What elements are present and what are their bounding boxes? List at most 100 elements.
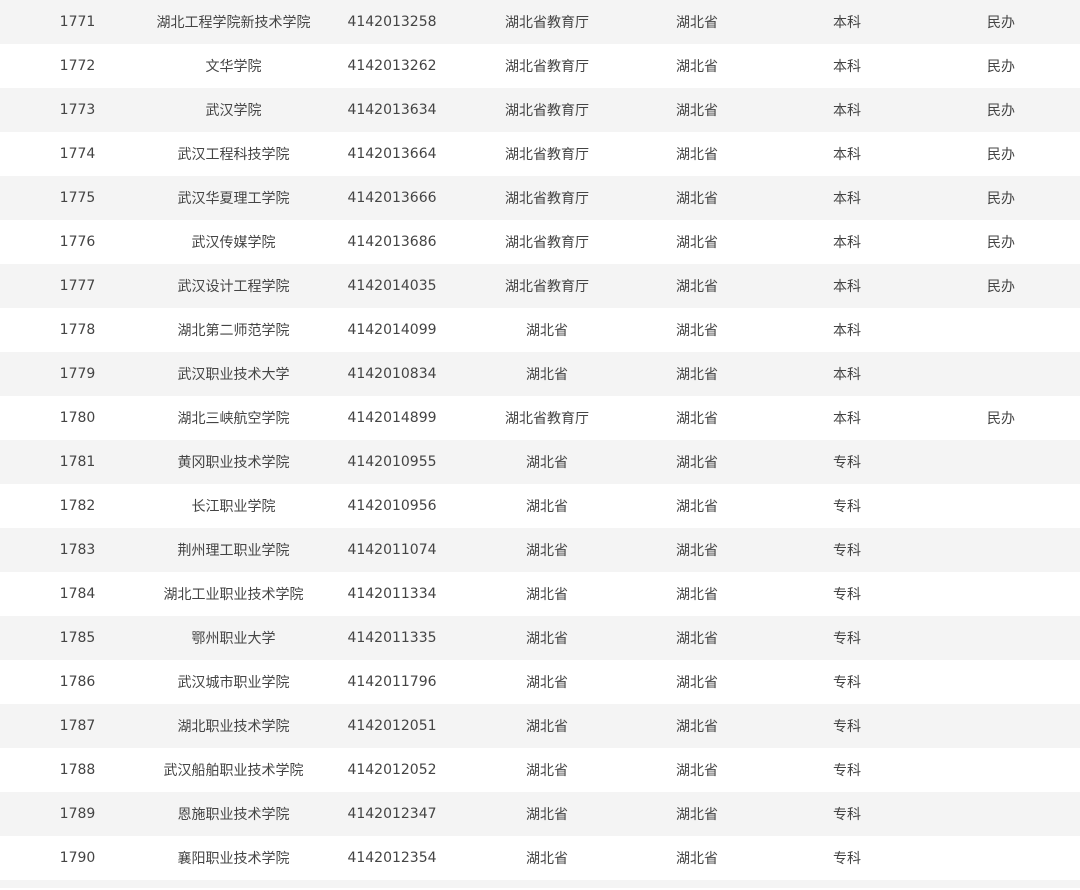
row-index-cell: 1772 — [59, 58, 96, 74]
school-code-cell: 4142014035 — [347, 278, 437, 294]
location-cell: 湖北省 — [676, 455, 718, 471]
school-code-cell: 4142013664 — [347, 146, 437, 162]
row-index-cell: 1771 — [59, 14, 96, 30]
school-name-cell: 襄阳职业技术学院 — [177, 851, 290, 867]
education-level-cell: 本科 — [833, 235, 861, 251]
remark-cell: 民办 — [987, 147, 1015, 163]
education-level-cell: 专科 — [833, 499, 861, 515]
school-code-cell: 4142013666 — [347, 190, 437, 206]
school-code-cell: 4142013686 — [347, 234, 437, 250]
table-row: 1787 湖北职业技术学院 4142012051 湖北省 湖北省 专科 — [0, 704, 1080, 748]
education-level-cell: 本科 — [833, 103, 861, 119]
remark-cell — [922, 352, 1080, 396]
row-index-cell: 1779 — [59, 366, 96, 382]
school-name-cell: 湖北第二师范学院 — [177, 323, 290, 339]
school-name-cell: 长江职业学院 — [191, 499, 276, 515]
row-index-cell: 1784 — [59, 586, 96, 602]
education-level-cell: 本科 — [833, 279, 861, 295]
remark-cell: 民办 — [987, 411, 1015, 427]
remark-cell — [922, 440, 1080, 484]
school-name-cell: 武汉传媒学院 — [191, 235, 276, 251]
education-level-cell: 专科 — [833, 851, 861, 867]
school-code-cell: 4142012051 — [347, 718, 437, 734]
table-row: 1778 湖北第二师范学院 4142014099 湖北省 湖北省 本科 — [0, 308, 1080, 352]
education-level-cell: 专科 — [833, 719, 861, 735]
department-cell: 湖北省 — [526, 323, 568, 339]
school-name-cell: 荆州理工职业学院 — [177, 543, 290, 559]
table-row: 1779 武汉职业技术大学 4142010834 湖北省 湖北省 本科 — [0, 352, 1080, 396]
education-level-cell: 本科 — [833, 15, 861, 31]
school-code-cell: 4142010834 — [347, 366, 437, 382]
school-name-cell: 武汉城市职业学院 — [177, 675, 290, 691]
location-cell: 湖北省 — [676, 719, 718, 735]
department-cell: 湖北省教育厅 — [505, 15, 589, 31]
location-cell: 湖北省 — [676, 15, 718, 31]
school-code-cell: 4142013262 — [347, 58, 437, 74]
location-cell: 湖北省 — [676, 103, 718, 119]
remark-cell: 民办 — [987, 191, 1015, 207]
school-name-cell: 鄂州职业大学 — [191, 631, 276, 647]
row-index-cell: 1783 — [59, 542, 96, 558]
department-cell: 湖北省教育厅 — [505, 279, 589, 295]
remark-cell — [922, 748, 1080, 792]
row-index-cell: 1773 — [59, 102, 96, 118]
education-level-cell: 本科 — [833, 147, 861, 163]
school-code-cell: 4142013258 — [347, 14, 437, 30]
row-index-cell: 1782 — [59, 498, 96, 514]
school-code-cell: 4142010955 — [347, 454, 437, 470]
department-cell: 湖北省 — [526, 367, 568, 383]
school-name-cell: 湖北工业职业技术学院 — [163, 587, 304, 603]
education-level-cell: 专科 — [833, 763, 861, 779]
location-cell: 湖北省 — [676, 59, 718, 75]
school-name-cell: 恩施职业技术学院 — [177, 807, 290, 823]
table-row: 1775 武汉华夏理工学院 4142013666 湖北省教育厅 湖北省 本科 民办 — [0, 176, 1080, 220]
school-name-cell: 黄冈职业技术学院 — [177, 455, 290, 471]
location-cell: 湖北省 — [676, 411, 718, 427]
education-level-cell: 本科 — [833, 367, 861, 383]
school-code-cell: 4142011335 — [347, 630, 437, 646]
education-level-cell: 本科 — [833, 323, 861, 339]
remark-cell — [922, 836, 1080, 880]
row-index-cell: 1790 — [59, 850, 96, 866]
education-level-cell: 专科 — [833, 543, 861, 559]
remark-cell — [922, 704, 1080, 748]
school-name-cell: 武汉工程科技学院 — [177, 147, 290, 163]
location-cell: 湖北省 — [676, 191, 718, 207]
education-level-cell: 本科 — [833, 411, 861, 427]
remark-cell: 民办 — [987, 59, 1015, 75]
row-index-cell: 1786 — [59, 674, 96, 690]
row-index-cell: 1776 — [59, 234, 96, 250]
school-name-cell: 湖北工程学院新技术学院 — [156, 15, 311, 31]
table-row: 1788 武汉船舶职业技术学院 4142012052 湖北省 湖北省 专科 — [0, 748, 1080, 792]
location-cell: 湖北省 — [676, 499, 718, 515]
school-code-cell: 4142012052 — [347, 762, 437, 778]
department-cell: 湖北省 — [526, 455, 568, 471]
location-cell: 湖北省 — [676, 367, 718, 383]
table-row: 1776 武汉传媒学院 4142013686 湖北省教育厅 湖北省 本科 民办 — [0, 220, 1080, 264]
department-cell: 湖北省 — [526, 719, 568, 735]
table-row: 1773 武汉学院 4142013634 湖北省教育厅 湖北省 本科 民办 — [0, 88, 1080, 132]
row-index-cell: 1775 — [59, 190, 96, 206]
school-name-cell: 武汉学院 — [205, 103, 262, 119]
education-level-cell: 专科 — [833, 631, 861, 647]
table-row: 1790 襄阳职业技术学院 4142012354 湖北省 湖北省 专科 — [0, 836, 1080, 880]
school-code-cell: 4142012347 — [347, 806, 437, 822]
table-row-partial — [0, 880, 1080, 888]
remark-cell — [922, 572, 1080, 616]
row-index-cell: 1777 — [59, 278, 96, 294]
education-level-cell: 专科 — [833, 807, 861, 823]
department-cell: 湖北省 — [526, 675, 568, 691]
location-cell: 湖北省 — [676, 851, 718, 867]
department-cell: 湖北省 — [526, 763, 568, 779]
department-cell: 湖北省 — [526, 499, 568, 515]
school-name-cell: 湖北三峡航空学院 — [177, 411, 290, 427]
table-row: 1777 武汉设计工程学院 4142014035 湖北省教育厅 湖北省 本科 民办 — [0, 264, 1080, 308]
school-name-cell: 武汉船舶职业技术学院 — [163, 763, 304, 779]
table-row: 1786 武汉城市职业学院 4142011796 湖北省 湖北省 专科 — [0, 660, 1080, 704]
table-row: 1783 荆州理工职业学院 4142011074 湖北省 湖北省 专科 — [0, 528, 1080, 572]
school-code-cell: 4142010956 — [347, 498, 437, 514]
education-level-cell: 专科 — [833, 587, 861, 603]
remark-cell — [922, 528, 1080, 572]
row-index-cell: 1789 — [59, 806, 96, 822]
school-code-cell: 4142012354 — [347, 850, 437, 866]
